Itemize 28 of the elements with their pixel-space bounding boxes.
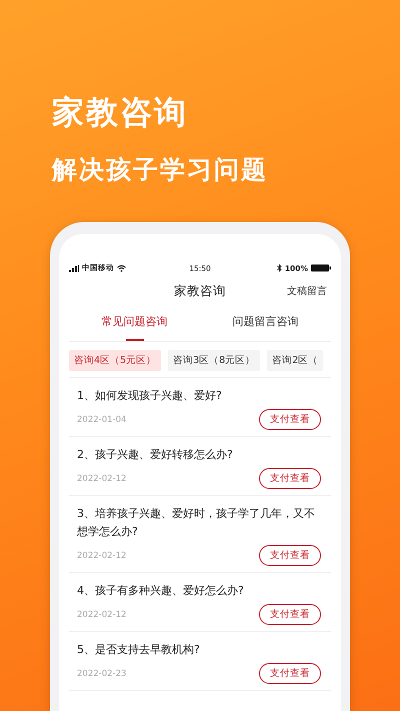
question-title[interactable]: 4、孩子有多种兴趣、爱好怎么办? bbox=[77, 582, 321, 600]
question-date: 2022-02-12 bbox=[77, 474, 126, 484]
pay-to-view-button[interactable]: 支付查看 bbox=[259, 545, 321, 566]
pay-to-view-button[interactable]: 支付查看 bbox=[259, 663, 321, 684]
question-title[interactable]: 1、如何发现孩子兴趣、爱好? bbox=[77, 387, 321, 405]
battery-icon bbox=[311, 264, 331, 272]
pay-to-view-button[interactable]: 支付查看 bbox=[259, 468, 321, 489]
pay-to-view-button[interactable]: 支付查看 bbox=[259, 604, 321, 625]
filter-chip[interactable]: 咨询4区（5元区） bbox=[69, 350, 162, 371]
question-date: 2022-02-12 bbox=[77, 610, 126, 620]
pay-to-view-button[interactable]: 支付查看 bbox=[259, 409, 321, 430]
question-date: 2022-01-04 bbox=[77, 414, 126, 424]
question-title[interactable]: 2、孩子兴趣、爱好转移怎么办? bbox=[77, 446, 321, 464]
screen-title: 家教咨询 bbox=[174, 282, 226, 300]
tab[interactable]: 问题留言咨询 bbox=[200, 306, 331, 341]
tab[interactable]: 常见问题咨询 bbox=[69, 306, 200, 341]
question-title[interactable]: 3、培养孩子兴趣、爱好时，孩子学了几年，又不想学怎么办? bbox=[77, 505, 321, 541]
signal-icon bbox=[69, 264, 79, 272]
subheadline: 解决孩子学习问题 bbox=[52, 154, 269, 186]
question-date: 2022-02-12 bbox=[77, 550, 126, 560]
filter-chip[interactable]: 咨询2区（ bbox=[267, 350, 324, 371]
question-date: 2022-02-23 bbox=[77, 668, 126, 678]
message-link[interactable]: 文稿留言 bbox=[287, 284, 327, 298]
filter-chip[interactable]: 咨询3区（8元区） bbox=[168, 350, 260, 371]
bluetooth-icon bbox=[276, 264, 282, 272]
question-title[interactable]: 5、是否支持去早教机构? bbox=[77, 641, 321, 659]
wifi-icon bbox=[117, 264, 126, 272]
headline: 家教咨询 bbox=[52, 92, 189, 132]
